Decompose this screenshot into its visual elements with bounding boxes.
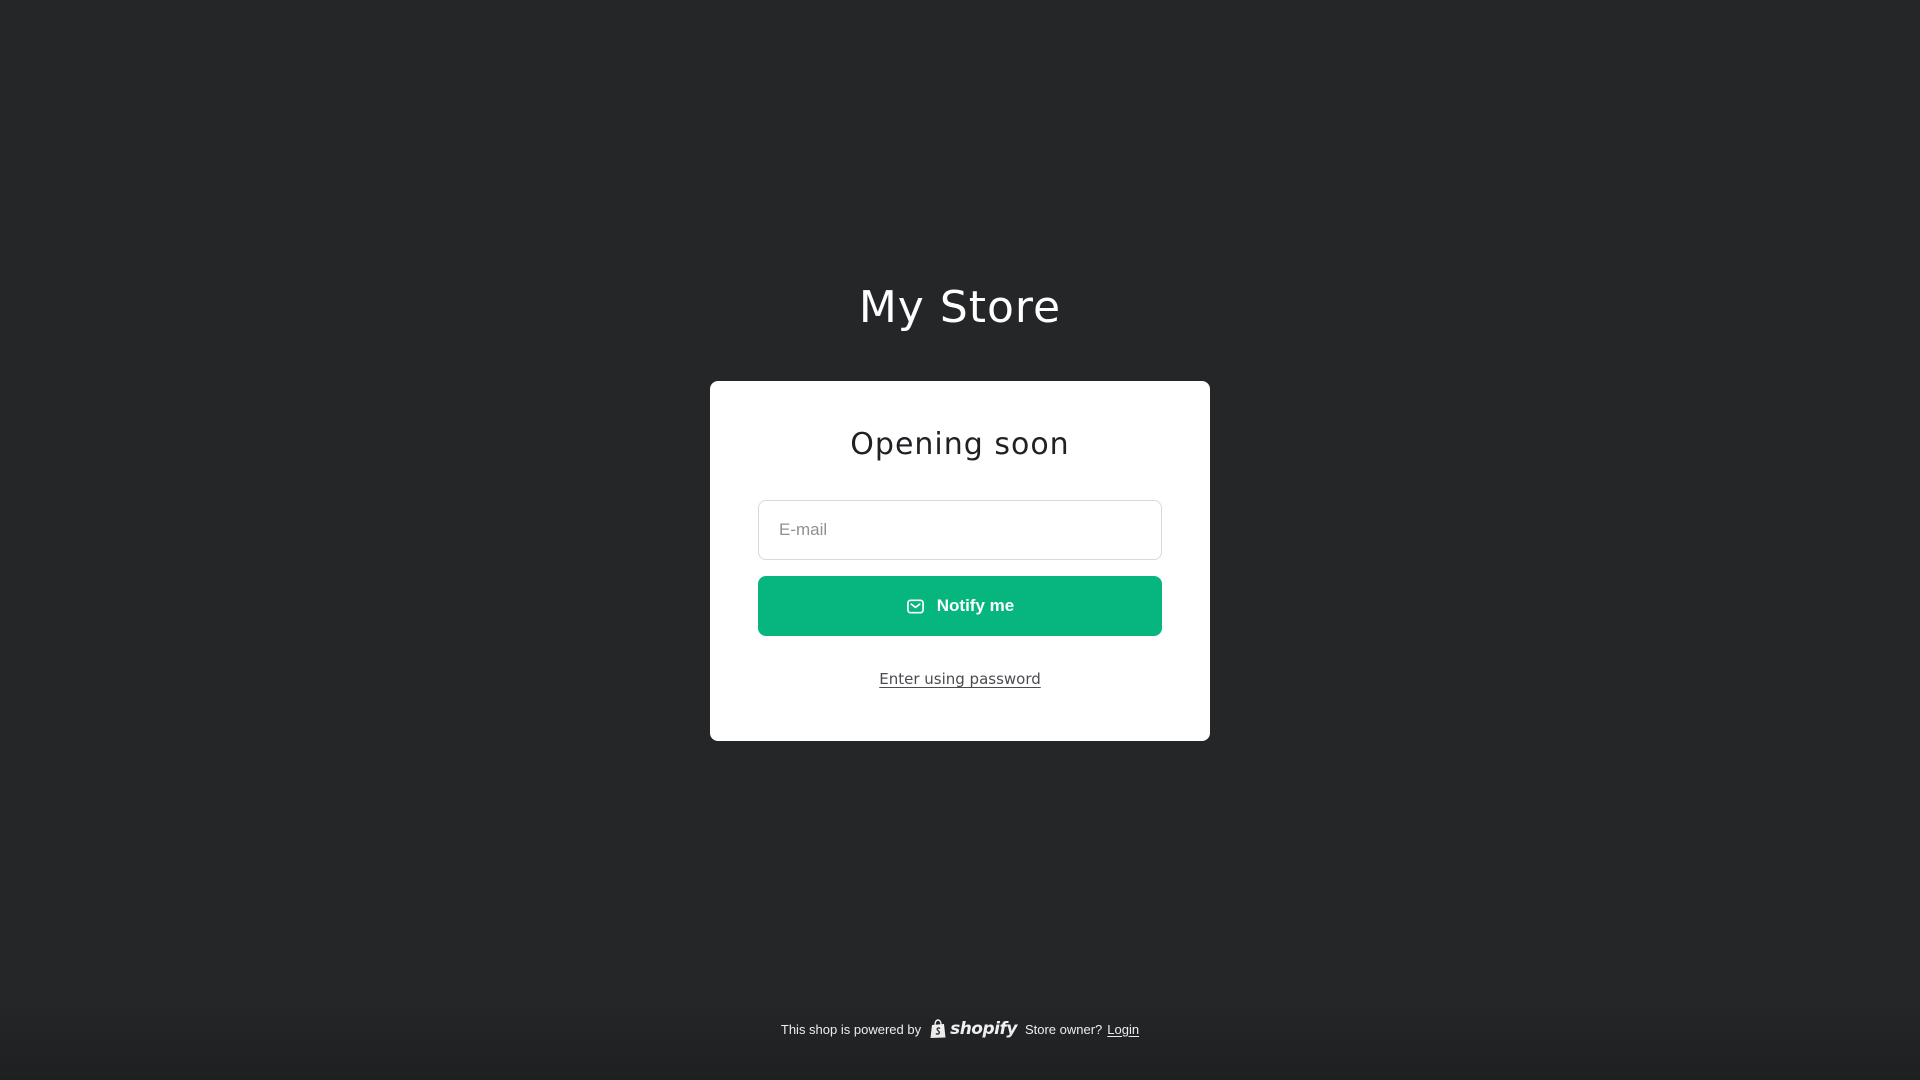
enter-password-link-row: Enter using password xyxy=(710,670,1210,688)
opening-soon-card: Opening soon Notify me Enter using passw… xyxy=(710,381,1210,741)
shopify-logo[interactable]: shopify xyxy=(929,1019,1017,1039)
shopify-wordmark: shopify xyxy=(950,1019,1017,1039)
store-owner-text: Store owner? xyxy=(1024,1021,1103,1037)
shopify-bag-icon xyxy=(929,1019,947,1039)
enter-using-password-link[interactable]: Enter using password xyxy=(879,670,1041,688)
email-field[interactable] xyxy=(758,500,1162,560)
powered-by-text: This shop is powered by xyxy=(780,1021,922,1037)
notify-me-button[interactable]: Notify me xyxy=(758,576,1162,636)
notify-me-label: Notify me xyxy=(936,596,1015,615)
footer: This shop is powered by shopify Store ow… xyxy=(0,1017,1920,1041)
password-page: My Store Opening soon Notify me Enter us… xyxy=(0,0,1920,1080)
card-heading: Opening soon xyxy=(850,427,1070,462)
login-link[interactable]: Login xyxy=(1107,1022,1139,1037)
mail-icon xyxy=(906,597,925,616)
store-title: My Store xyxy=(858,282,1062,333)
